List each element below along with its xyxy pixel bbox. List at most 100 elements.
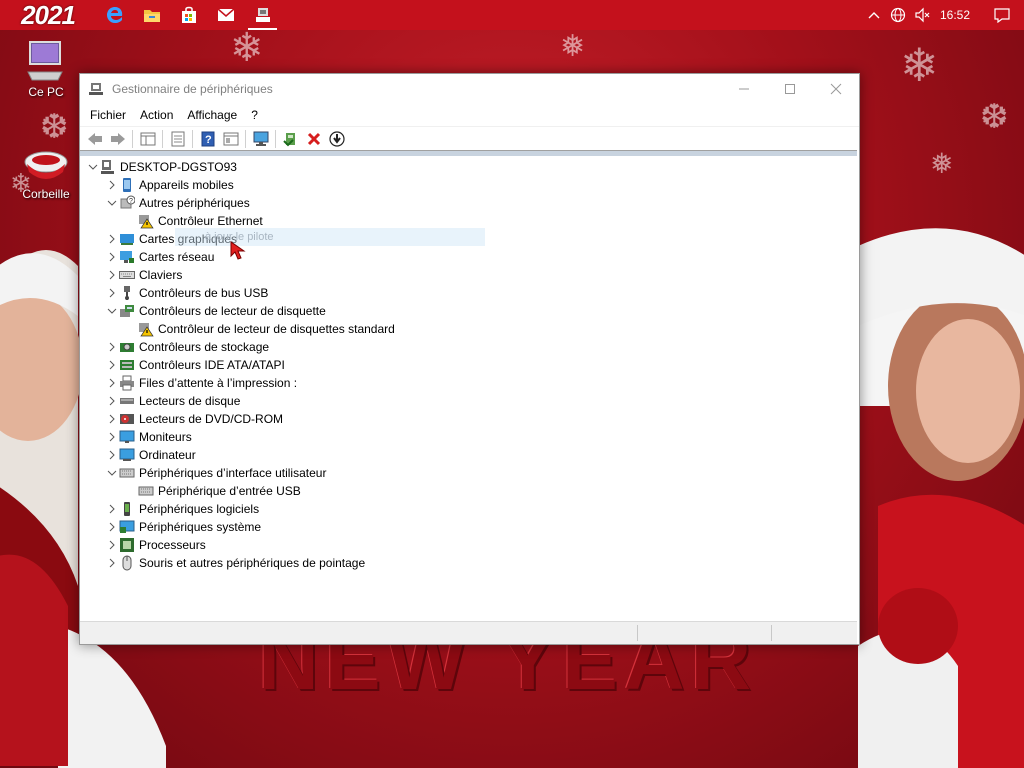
tree-child-controleur-disquettes-standard[interactable]: Contrôleur de lecteur de disquettes stan…	[124, 320, 395, 338]
menu-affichage[interactable]: Affichage	[180, 104, 244, 126]
taskbar-file-explorer[interactable]	[133, 0, 170, 30]
chevron-down-icon[interactable]	[105, 464, 119, 482]
help-icon: ?	[201, 131, 214, 147]
chevron-right-icon[interactable]	[105, 374, 119, 392]
tree-item-label: Lecteurs de disque	[139, 394, 241, 408]
hid-icon	[119, 465, 135, 481]
tree-item-souris[interactable]: Souris et autres périphériques de pointa…	[105, 554, 365, 572]
uninstall-device-button[interactable]	[302, 128, 325, 150]
tree-item-processeurs[interactable]: Processeurs	[105, 536, 206, 554]
chevron-right-icon[interactable]	[105, 410, 119, 428]
menu-action[interactable]: Action	[133, 104, 180, 126]
forward-icon	[110, 133, 125, 145]
minimize-button[interactable]	[721, 74, 767, 104]
help-button[interactable]: ?	[196, 128, 219, 150]
tree-item-peripheriques-interface[interactable]: Périphériques d’interface utilisateur	[105, 464, 326, 482]
scan-hardware-button[interactable]	[249, 128, 272, 150]
tree-item-label: Ordinateur	[139, 448, 196, 462]
tree-item-autres-peripheriques[interactable]: ? Autres périphériques	[105, 194, 250, 212]
taskbar-logo[interactable]: 2021	[0, 0, 96, 30]
chevron-right-icon[interactable]	[105, 500, 119, 518]
disk-drive-icon	[119, 393, 135, 409]
display-adapter-icon	[119, 231, 135, 247]
properties-icon	[171, 131, 184, 147]
tree-item-controleurs-disquette[interactable]: Contrôleurs de lecteur de disquette	[105, 302, 326, 320]
back-button[interactable]	[83, 128, 106, 150]
store-icon	[181, 6, 196, 23]
chevron-right-icon[interactable]	[105, 518, 119, 536]
toolbar: ?	[80, 126, 859, 151]
menu-bar: Fichier Action Affichage ?	[80, 104, 859, 126]
close-button[interactable]	[813, 74, 859, 104]
chevron-right-icon[interactable]	[105, 356, 119, 374]
taskbar-edge[interactable]	[96, 0, 133, 30]
tree-item-ordinateur[interactable]: Ordinateur	[105, 446, 196, 464]
chevron-right-icon[interactable]	[105, 284, 119, 302]
taskbar-store[interactable]	[170, 0, 207, 30]
desktop-icon-recycle-bin[interactable]: Corbeille	[11, 148, 81, 201]
svg-text:?: ?	[205, 134, 212, 146]
view-button[interactable]	[219, 128, 242, 150]
update-driver-button[interactable]	[279, 128, 302, 150]
forward-button[interactable]	[106, 128, 129, 150]
tree-item-lecteurs-dvd[interactable]: Lecteurs de DVD/CD-ROM	[105, 410, 283, 428]
tree-child-peripherique-entree-usb[interactable]: Périphérique d’entrée USB	[124, 482, 301, 500]
tree-item-cartes-reseau[interactable]: Cartes réseau	[105, 248, 214, 266]
tray-overflow-button[interactable]	[862, 0, 886, 30]
title-bar[interactable]: Gestionnaire de périphériques	[80, 74, 859, 104]
chevron-right-icon[interactable]	[105, 176, 119, 194]
tree-item-label: Cartes réseau	[139, 250, 215, 264]
menu-fichier[interactable]: Fichier	[83, 104, 133, 126]
chevron-right-icon[interactable]	[105, 446, 119, 464]
chevron-right-icon[interactable]	[105, 554, 119, 572]
chevron-down-icon[interactable]	[105, 302, 119, 320]
chevron-right-icon[interactable]	[105, 338, 119, 356]
tree-item-claviers[interactable]: Claviers	[105, 266, 182, 284]
chevron-right-icon[interactable]	[105, 428, 119, 446]
maximize-button[interactable]	[767, 74, 813, 104]
tree-item-label: Files d’attente à l’impression :	[139, 376, 298, 390]
tray-network[interactable]	[886, 0, 910, 30]
device-manager-icon	[255, 8, 270, 22]
tree-item-controleurs-stockage[interactable]: Contrôleurs de stockage	[105, 338, 269, 356]
clock[interactable]: 16:52	[934, 8, 980, 22]
taskbar-device-manager[interactable]	[244, 0, 281, 30]
chevron-right-icon[interactable]	[105, 230, 119, 248]
chevron-down-icon[interactable]	[105, 194, 119, 212]
snowflake-icon: ❆	[980, 98, 1009, 136]
warning-device-icon	[138, 213, 154, 229]
chevron-down-icon[interactable]	[86, 158, 100, 176]
taskbar-mail[interactable]	[207, 0, 244, 30]
tree-item-peripheriques-logiciels[interactable]: Périphériques logiciels	[105, 500, 259, 518]
menu-help[interactable]: ?	[244, 104, 265, 126]
tray-volume[interactable]	[910, 0, 934, 30]
tree-item-label: Claviers	[139, 268, 183, 282]
device-manager-window: Gestionnaire de périphériques Fichier Ac…	[79, 73, 860, 645]
tree-item-appareils-mobiles[interactable]: Appareils mobiles	[105, 176, 234, 194]
chevron-right-icon[interactable]	[105, 392, 119, 410]
action-center-button[interactable]	[980, 0, 1024, 30]
globe-network-icon	[890, 7, 906, 23]
processor-icon	[119, 537, 135, 553]
properties-button[interactable]	[166, 128, 189, 150]
desktop-icon-this-pc[interactable]: Ce PC	[11, 38, 81, 99]
tree-item-peripheriques-systeme[interactable]: Périphériques système	[105, 518, 261, 536]
desktop-icon-label: Corbeille	[22, 187, 70, 201]
chevron-right-icon[interactable]	[105, 248, 119, 266]
tree-item-controleurs-ide[interactable]: Contrôleurs IDE ATA/ATAPI	[105, 356, 285, 374]
tree-item-controleurs-bus-usb[interactable]: Contrôleurs de bus USB	[105, 284, 268, 302]
tree-item-label: Autres périphériques	[139, 196, 250, 210]
snowflake-icon: ❄	[900, 39, 939, 91]
printer-icon	[119, 375, 135, 391]
tree-item-files-impression[interactable]: Files d’attente à l’impression :	[105, 374, 297, 392]
tree-item-moniteurs[interactable]: Moniteurs	[105, 428, 192, 446]
tree-item-lecteurs-disque[interactable]: Lecteurs de disque	[105, 392, 240, 410]
mouse-cursor-icon	[230, 241, 246, 260]
download-button[interactable]	[325, 128, 348, 150]
system-tray: 16:52	[862, 0, 1024, 30]
chevron-right-icon[interactable]	[105, 536, 119, 554]
chevron-right-icon[interactable]	[105, 266, 119, 284]
show-hide-tree-button[interactable]	[136, 128, 159, 150]
device-manager-icon	[89, 83, 103, 95]
tree-root[interactable]: DESKTOP-DGSTO93	[86, 158, 237, 176]
